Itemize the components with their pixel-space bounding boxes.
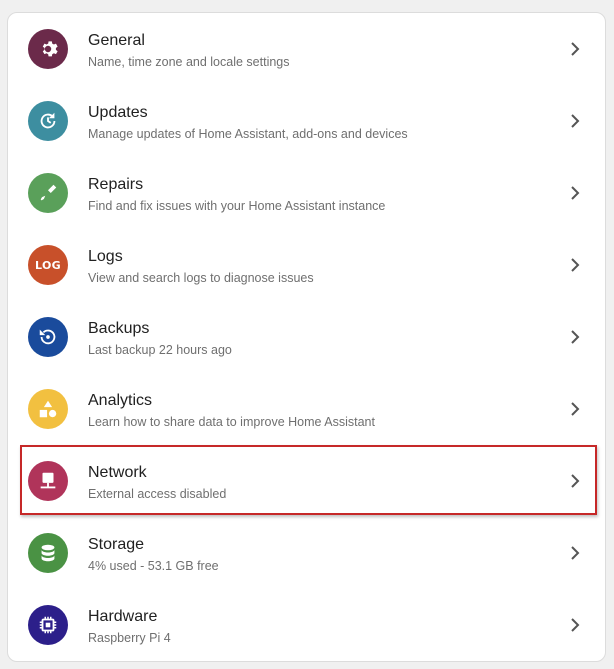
item-subtitle: Name, time zone and locale settings — [88, 55, 290, 69]
item-title: Updates — [88, 104, 148, 121]
item-title: Hardware — [88, 608, 158, 625]
item-title: Network — [88, 464, 147, 481]
log-icon: LOG — [28, 245, 68, 285]
settings-item-general[interactable]: General Name, time zone and locale setti… — [8, 13, 605, 85]
chevron-right-icon — [571, 186, 580, 200]
chip-icon — [28, 605, 68, 645]
settings-item-logs[interactable]: LOG Logs View and search logs to diagnos… — [8, 229, 605, 301]
chevron-right-icon — [571, 546, 580, 560]
settings-item-storage[interactable]: Storage 4% used - 53.1 GB free — [8, 517, 605, 589]
settings-item-hardware[interactable]: Hardware Raspberry Pi 4 — [8, 589, 605, 661]
item-title: General — [88, 32, 145, 49]
chevron-right-icon — [571, 330, 580, 344]
item-subtitle: Last backup 22 hours ago — [88, 343, 232, 357]
item-title: Analytics — [88, 392, 153, 409]
item-title: Storage — [88, 536, 145, 553]
backup-icon — [28, 317, 68, 357]
item-subtitle: 4% used - 53.1 GB free — [88, 559, 219, 573]
gear-icon — [28, 29, 68, 69]
chevron-right-icon — [571, 618, 580, 632]
settings-item-repairs[interactable]: Repairs Find and fix issues with your Ho… — [8, 157, 605, 229]
settings-item-backups[interactable]: Backups Last backup 22 hours ago — [8, 301, 605, 373]
network-icon — [28, 461, 68, 501]
chevron-right-icon — [571, 114, 580, 128]
settings-card: General Name, time zone and locale setti… — [7, 12, 606, 662]
item-title: Repairs — [88, 176, 144, 193]
chevron-right-icon — [571, 474, 580, 488]
log-icon-label: LOG — [35, 258, 61, 272]
settings-item-updates[interactable]: Updates Manage updates of Home Assistant… — [8, 85, 605, 157]
settings-item-analytics[interactable]: Analytics Learn how to share data to imp… — [8, 373, 605, 445]
chevron-right-icon — [571, 258, 580, 272]
item-subtitle: Find and fix issues with your Home Assis… — [88, 199, 386, 213]
item-subtitle: View and search logs to diagnose issues — [88, 271, 314, 285]
item-subtitle: Raspberry Pi 4 — [88, 631, 171, 645]
chevron-right-icon — [571, 42, 580, 56]
shapes-icon — [28, 389, 68, 429]
item-subtitle: External access disabled — [88, 487, 227, 501]
update-icon — [28, 101, 68, 141]
item-subtitle: Learn how to share data to improve Home … — [88, 415, 375, 429]
database-icon — [28, 533, 68, 573]
item-title: Logs — [88, 248, 123, 265]
item-title: Backups — [88, 320, 150, 337]
settings-item-network[interactable]: Network External access disabled — [8, 445, 605, 517]
chevron-right-icon — [571, 402, 580, 416]
screwdriver-icon — [28, 173, 68, 213]
item-subtitle: Manage updates of Home Assistant, add-on… — [88, 127, 408, 141]
